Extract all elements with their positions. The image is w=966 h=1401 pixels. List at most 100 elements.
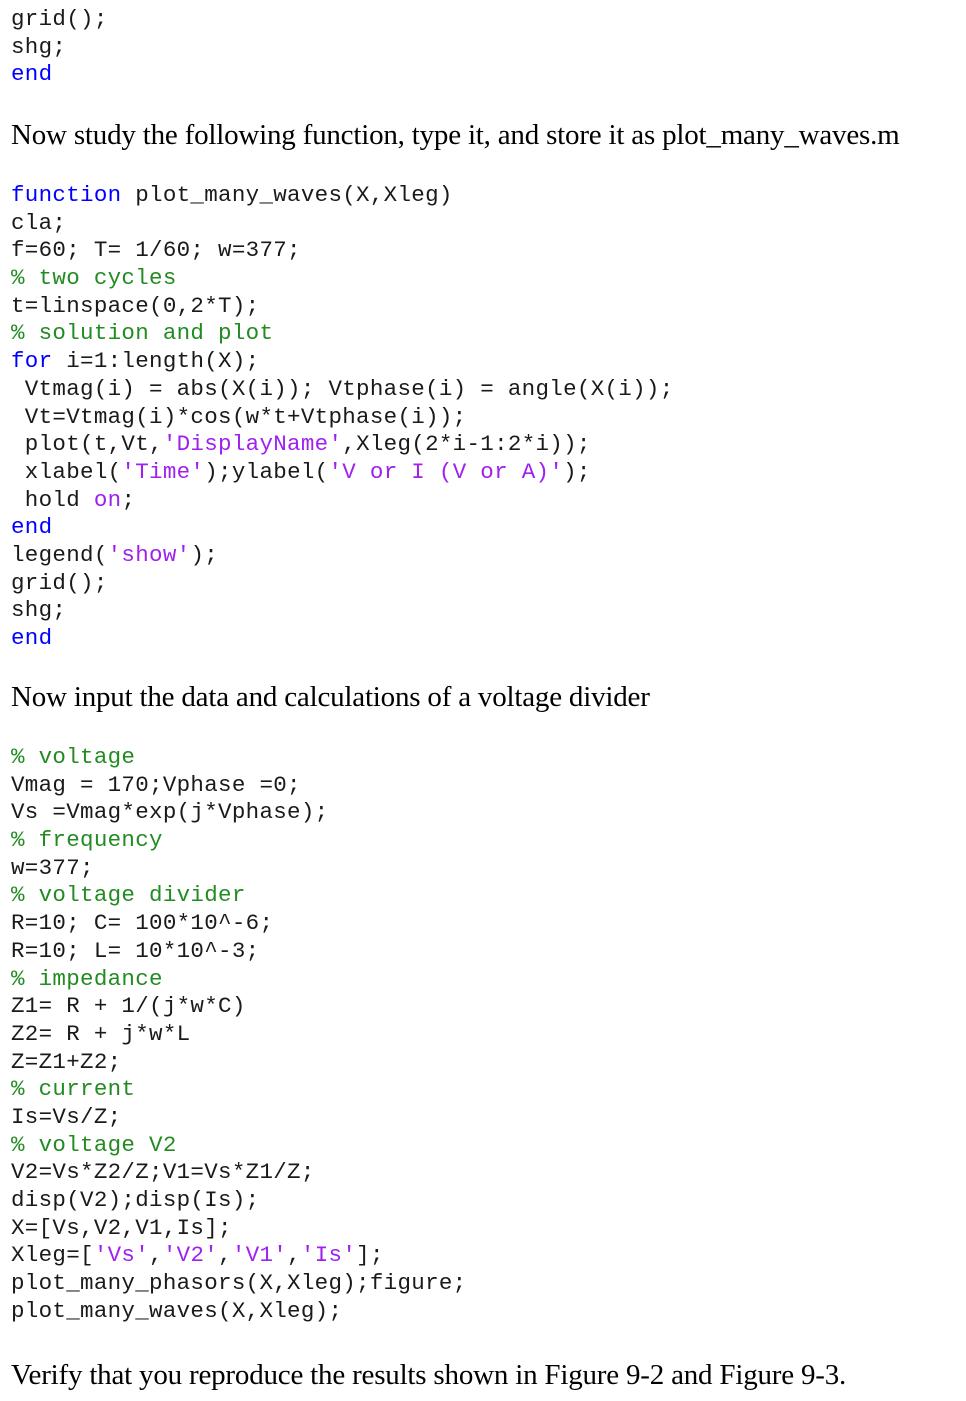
code-text: xlabel( <box>11 458 122 485</box>
code-line: plot(t,Vt,'DisplayName',Xleg(2*i-1:2*i))… <box>11 431 674 459</box>
code-line: grid(); <box>11 570 674 598</box>
code-keyword: end <box>11 625 53 651</box>
code-text: grid(); <box>11 569 108 596</box>
code-comment: % voltage V2 <box>11 1131 177 1158</box>
code-line: legend('show'); <box>11 542 674 570</box>
code-text: plot_many_phasors(X,Xleg);figure; <box>11 1270 467 1297</box>
code-string: 'Vs' <box>93 1242 150 1269</box>
code-text: plot(t,Vt, <box>11 431 163 458</box>
code-text: Z=Z1+Z2; <box>11 1048 122 1075</box>
code-text: R=10; C= 100*10^-6; <box>11 910 274 937</box>
code-line: end <box>11 625 674 653</box>
code-line: % frequency <box>11 827 466 855</box>
code-text: Z1= R + 1/(j*w*C) <box>11 993 246 1020</box>
code-text: ); <box>563 458 591 485</box>
code-line: % current <box>11 1076 466 1104</box>
instruction-verify-results: Verify that you reproduce the results sh… <box>11 1359 847 1391</box>
code-text: ; <box>121 486 136 513</box>
code-line: grid(); <box>11 6 108 34</box>
code-string: 'Time' <box>121 458 205 485</box>
code-line: Vmag = 170;Vphase =0; <box>11 772 466 800</box>
code-line: Z2= R + j*w*L <box>11 1021 466 1049</box>
code-line: cla; <box>11 210 674 238</box>
code-text: Vt=Vtmag(i)*cos(w*t+Vtphase(i)); <box>11 403 467 430</box>
code-line: Z=Z1+Z2; <box>11 1049 466 1077</box>
code-text: i=1:length(X); <box>52 348 260 375</box>
code-line: disp(V2);disp(Is); <box>11 1187 466 1215</box>
code-line: % voltage V2 <box>11 1132 466 1160</box>
code-comment: % solution and plot <box>11 320 274 347</box>
code-line: Vt=Vtmag(i)*cos(w*t+Vtphase(i)); <box>11 404 674 432</box>
code-block-plot-many-waves: function plot_many_waves(X,Xleg) cla; f=60… <box>11 182 674 653</box>
code-line: plot_many_waves(X,Xleg); <box>11 1298 466 1326</box>
code-text: t=linspace(0,2*T); <box>11 292 260 319</box>
code-line: w=377; <box>11 855 466 883</box>
code-text: X=[Vs,V2,V1,Is]; <box>11 1214 232 1241</box>
code-text: R=10; L= 10*10^-3; <box>11 937 260 964</box>
code-line: xlabel('Time');ylabel('V or I (V or A)')… <box>11 459 674 487</box>
code-text: Vmag = 170;Vphase =0; <box>11 771 301 798</box>
code-text: ); <box>190 541 219 568</box>
code-string: 'DisplayName' <box>162 431 343 458</box>
code-text: legend( <box>11 541 108 568</box>
code-line: V2=Vs*Z2/Z;V1=Vs*Z1/Z; <box>11 1159 466 1187</box>
code-text: hold <box>11 486 94 513</box>
code-text: );ylabel( <box>204 458 329 485</box>
code-line: % solution and plot <box>11 320 674 348</box>
code-line: % voltage divider <box>11 882 466 910</box>
code-keyword: for <box>11 348 53 375</box>
code-text: Xleg=[ <box>11 1242 94 1269</box>
code-line: Is=Vs/Z; <box>11 1104 466 1132</box>
code-line: end <box>11 514 674 542</box>
instruction-study-function: Now study the following function, type i… <box>11 119 900 151</box>
code-text: cla; <box>11 209 67 236</box>
code-line: R=10; C= 100*10^-6; <box>11 910 466 938</box>
code-comment: % voltage <box>11 744 136 770</box>
code-block-voltage-divider: % voltage Vmag = 170;Vphase =0; Vs =Vmag*e… <box>11 744 466 1325</box>
code-line: Vtmag(i) = abs(X(i)); Vtphase(i) = angle… <box>11 376 674 404</box>
code-line: hold on; <box>11 487 674 515</box>
code-comment: % voltage divider <box>11 882 246 909</box>
code-string: 'V or I (V or A)' <box>328 458 564 485</box>
code-line: % impedance <box>11 966 466 994</box>
code-line: R=10; L= 10*10^-3; <box>11 938 466 966</box>
code-text: Is=Vs/Z; <box>11 1103 122 1130</box>
code-text: shg; <box>11 597 67 624</box>
code-line: X=[Vs,V2,V1,Is]; <box>11 1215 466 1243</box>
code-line: function plot_many_waves(X,Xleg) <box>11 182 674 210</box>
code-text: Vs =Vmag*exp(j*Vphase); <box>11 799 329 826</box>
code-comment: % current <box>11 1076 136 1103</box>
code-line: Z1= R + 1/(j*w*C) <box>11 993 466 1021</box>
code-line: % voltage <box>11 744 466 772</box>
code-text: ,Xleg(2*i-1:2*i)); <box>342 431 591 458</box>
code-text: Z2= R + j*w*L <box>11 1020 191 1047</box>
code-line: for i=1:length(X); <box>11 348 674 376</box>
code-line: Xleg=['Vs','V2','V1','Is']; <box>11 1242 466 1270</box>
code-string: 'V2' <box>162 1242 219 1269</box>
code-keyword: function <box>11 182 122 208</box>
code-line: % two cycles <box>11 265 674 293</box>
code-text: , <box>287 1242 301 1269</box>
code-text: w=377; <box>11 854 94 881</box>
code-line: Vs =Vmag*exp(j*Vphase); <box>11 799 466 827</box>
code-keyword: end <box>11 61 53 88</box>
code-text: , <box>149 1242 163 1269</box>
code-text: , <box>218 1242 232 1269</box>
code-block-tail: grid(); shg; end <box>11 6 108 89</box>
code-string: 'show' <box>107 541 191 568</box>
document-page: grid(); shg; end Now study the following f… <box>0 0 966 1401</box>
code-text: grid(); <box>11 6 108 32</box>
code-line: t=linspace(0,2*T); <box>11 293 674 321</box>
code-text: Vtmag(i) = abs(X(i)); Vtphase(i) = angle… <box>11 375 674 402</box>
code-comment: % impedance <box>11 965 163 992</box>
code-text: V2=Vs*Z2/Z;V1=Vs*Z1/Z; <box>11 1159 315 1186</box>
code-string: on <box>93 486 122 513</box>
code-string: 'V1' <box>231 1242 288 1269</box>
code-line: end <box>11 61 108 89</box>
code-text: f=60; T= 1/60; w=377; <box>11 237 301 264</box>
instruction-input-data: Now input the data and calculations of a… <box>11 681 650 713</box>
code-text: disp(V2);disp(Is); <box>11 1187 260 1213</box>
code-line: f=60; T= 1/60; w=377; <box>11 237 674 265</box>
code-keyword: end <box>11 514 53 541</box>
code-text: plot_many_waves(X,Xleg) <box>121 182 453 208</box>
